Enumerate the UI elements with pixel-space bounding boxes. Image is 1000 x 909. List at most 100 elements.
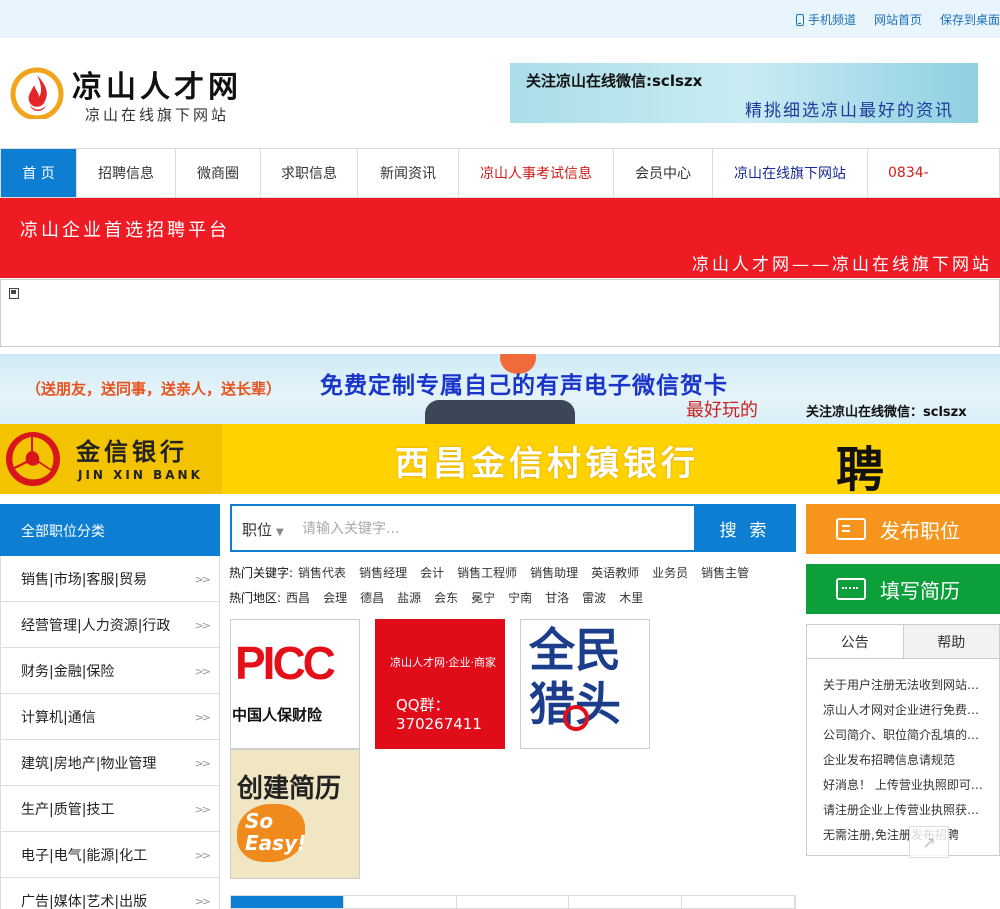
nav-news[interactable]: 新闻资讯: [358, 149, 459, 197]
hot-area[interactable]: 会东: [434, 589, 458, 606]
nav-phone[interactable]: 0834-: [868, 149, 999, 197]
nav-jobs[interactable]: 招聘信息: [77, 149, 176, 197]
nav-seek-job[interactable]: 求职信息: [261, 149, 358, 197]
mobile-channel-link[interactable]: 手机频道: [795, 11, 856, 28]
search-input[interactable]: [302, 514, 692, 544]
hot-keyword[interactable]: 销售经理: [359, 564, 407, 581]
category-item[interactable]: 销售|市场|客服|贸易 >>: [0, 556, 220, 602]
promo-banner-red[interactable]: 凉山企业首选招聘平台 凉山人才网——凉山在线旗下网站: [0, 198, 1000, 278]
hot-keyword[interactable]: 业务员: [652, 564, 688, 581]
site-logo[interactable]: 凉山人才网 凉山在线旗下网站: [8, 64, 258, 126]
qq-group-tile[interactable]: 凉山人才网·企业·商家 QQ群：370267411: [375, 619, 505, 749]
back-to-top-icon[interactable]: ↗: [909, 826, 949, 858]
hot-keyword[interactable]: 销售代表: [298, 564, 346, 581]
nav-home[interactable]: 首 页: [1, 149, 77, 197]
listing-tabs: [230, 895, 796, 909]
bank-name-cn: 金信银行: [76, 437, 188, 466]
listing-tab[interactable]: [231, 896, 344, 908]
bank-logo-icon: [6, 432, 60, 486]
hot-keywords: 热门关键字: 销售代表 销售经理 会计 销售工程师 销售助理 英语教师 业务员 …: [229, 564, 749, 581]
category-header[interactable]: 全部职位分类: [0, 504, 220, 556]
logo-subtitle: 凉山在线旗下网站: [85, 106, 230, 124]
hot-keyword[interactable]: 销售助理: [530, 564, 578, 581]
save-desktop-link[interactable]: 保存到桌面: [940, 11, 1000, 28]
notice-item[interactable]: 无需注册,免注册发布招聘: [823, 826, 983, 851]
main-nav: 首 页 招聘信息 微商圈 求职信息 新闻资讯 凉山人事考试信息 会员中心 凉山在…: [0, 148, 1000, 198]
hot-keywords-label: 热门关键字:: [229, 566, 294, 580]
bank-banner[interactable]: 金信银行 JIN XIN BANK 西昌金信村镇银行 聘: [0, 424, 1000, 498]
notice-tabs: 公告 帮助: [807, 625, 999, 659]
hot-keyword[interactable]: 销售工程师: [457, 564, 517, 581]
bank-hire-text: 聘: [836, 442, 885, 498]
headhunter-tile[interactable]: 全民 猎头: [520, 619, 650, 749]
top-bar: 手机频道 网站首页 保存到桌面: [0, 0, 1000, 38]
card-banner-left: （送朋友，送同事，送亲人，送长辈）: [26, 380, 282, 398]
broken-image-box: [0, 279, 1000, 347]
search-type-select[interactable]: 职位 ▼: [242, 519, 284, 540]
create-resume-tile[interactable]: 创建简历 So Easy!: [230, 749, 360, 879]
double-chevron-icon: >>: [194, 895, 212, 908]
nav-micro-business[interactable]: 微商圈: [176, 149, 261, 197]
category-list: 销售|市场|客服|贸易 >> 经营管理|人力资源|行政 >> 财务|金融|保险 >> …: [0, 556, 220, 909]
picc-ad-tile[interactable]: PICC 中国人保财险: [230, 619, 360, 749]
hot-area[interactable]: 甘洛: [545, 589, 569, 606]
hot-area[interactable]: 盐源: [397, 589, 421, 606]
category-item[interactable]: 建筑|房地产|物业管理 >>: [0, 740, 220, 786]
hot-keyword[interactable]: 销售主管: [701, 564, 749, 581]
nav-member-center[interactable]: 会员中心: [614, 149, 713, 197]
tab-notice[interactable]: 公告: [807, 625, 904, 658]
listing-tab[interactable]: [344, 896, 457, 908]
qq-tile-line2: QQ群：370267411: [396, 696, 482, 733]
picc-logo-text: PICC: [235, 637, 336, 689]
hot-keyword[interactable]: 英语教师: [591, 564, 639, 581]
hot-area[interactable]: 冕宁: [471, 589, 495, 606]
notice-panel: 公告 帮助 关于用户注册无法收到网站验证码的说明 凉山人才网对企业进行免费认证 …: [806, 624, 1000, 856]
search-button[interactable]: 搜 索: [694, 504, 796, 552]
so-easy-badge: So Easy!: [237, 804, 306, 862]
flame-logo-icon: [10, 67, 64, 119]
nav-exam-info[interactable]: 凉山人事考试信息: [459, 149, 614, 197]
category-item[interactable]: 财务|金融|保险 >>: [0, 648, 220, 694]
notice-item[interactable]: 凉山人才网对企业进行免费认证: [823, 701, 983, 726]
post-job-button[interactable]: 发布职位: [806, 504, 1000, 554]
bank-logo-area: 金信银行 JIN XIN BANK: [0, 424, 222, 494]
caret-down-icon: ▼: [276, 527, 284, 538]
double-chevron-icon: >>: [194, 757, 212, 770]
red-banner-line2: 凉山人才网——凉山在线旗下网站: [692, 255, 992, 275]
post-job-icon: [836, 518, 866, 540]
nav-sister-sites[interactable]: 凉山在线旗下网站: [713, 149, 868, 197]
notice-item[interactable]: 关于用户注册无法收到网站验证码的说明: [823, 676, 983, 701]
home-link[interactable]: 网站首页: [874, 11, 922, 28]
notice-list: 关于用户注册无法收到网站验证码的说明 凉山人才网对企业进行免费认证 公司简介、职…: [807, 659, 999, 851]
hot-area[interactable]: 德昌: [360, 589, 384, 606]
hot-keyword[interactable]: 会计: [420, 564, 444, 581]
listing-tab[interactable]: [457, 896, 570, 908]
notice-item[interactable]: 企业发布招聘信息请规范: [823, 751, 983, 776]
category-item[interactable]: 电子|电气|能源|化工 >>: [0, 832, 220, 878]
wechat-line1: 关注凉山在线微信:sclszx: [526, 72, 703, 90]
category-item[interactable]: 计算机|通信 >>: [0, 694, 220, 740]
hot-areas-label: 热门地区:: [229, 591, 282, 605]
tab-help[interactable]: 帮助: [903, 625, 999, 658]
hot-area[interactable]: 宁南: [508, 589, 532, 606]
red-banner-line1: 凉山企业首选招聘平台: [20, 220, 230, 241]
phone-decoration: [425, 400, 575, 424]
listing-tab[interactable]: [569, 896, 683, 908]
listing-tab[interactable]: [682, 896, 795, 908]
fill-resume-button[interactable]: 填写简历: [806, 564, 1000, 614]
greeting-card-banner[interactable]: （送朋友，送同事，送亲人，送长辈） 免费定制专属自己的有声电子微信贺卡 最好玩的…: [0, 354, 1000, 424]
wechat-banner[interactable]: 关注凉山在线微信:sclszx 精挑细选凉山最好的资讯: [510, 63, 978, 123]
bank-title: 西昌金信村镇银行: [395, 444, 699, 484]
notice-item[interactable]: 公司简介、职位简介乱填的处理: [823, 726, 983, 751]
notice-item[interactable]: 请注册企业上传营业执照获取认证: [823, 801, 983, 826]
category-item[interactable]: 生产|质管|技工 >>: [0, 786, 220, 832]
category-item[interactable]: 经营管理|人力资源|行政 >>: [0, 602, 220, 648]
hot-area[interactable]: 会理: [323, 589, 347, 606]
notice-item[interactable]: 好消息！ 上传营业执照即可免费发布: [823, 776, 983, 801]
hot-area[interactable]: 西昌: [286, 589, 310, 606]
double-chevron-icon: >>: [194, 803, 212, 816]
hot-area[interactable]: 木里: [619, 589, 643, 606]
hot-area[interactable]: 雷波: [582, 589, 606, 606]
category-item[interactable]: 广告|媒体|艺术|出版 >>: [0, 878, 220, 909]
picc-name: 中国人保财险: [232, 706, 323, 724]
